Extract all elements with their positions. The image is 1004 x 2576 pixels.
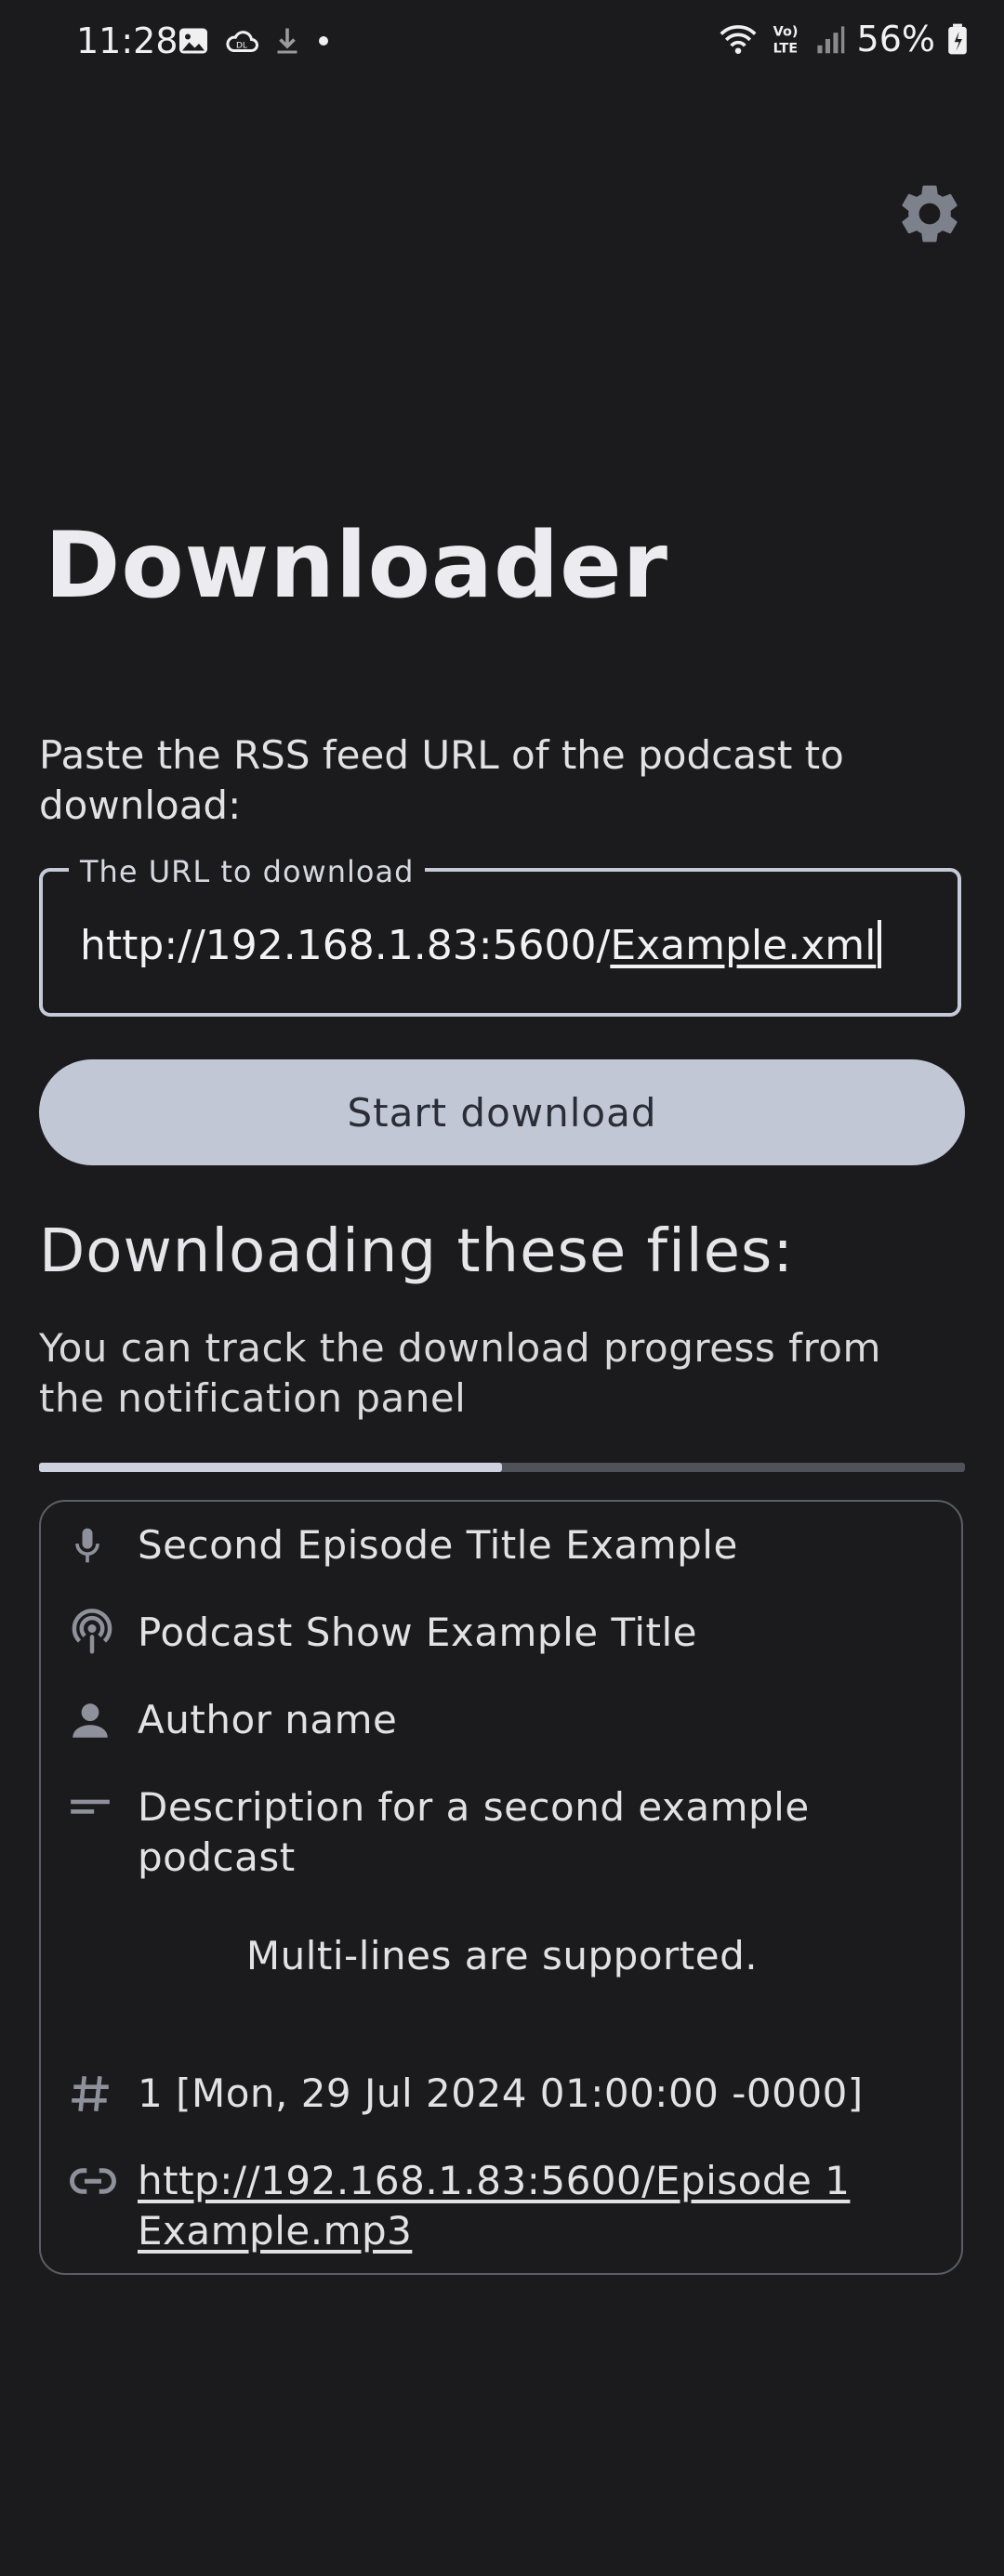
link-icon bbox=[67, 2156, 126, 2206]
url-prompt: Paste the RSS feed URL of the podcast to… bbox=[39, 732, 844, 828]
signal-icon bbox=[816, 26, 844, 54]
url-value-prefix: http://192.168.1.83:5600/ bbox=[80, 922, 611, 969]
downloads-heading: Downloading these files: bbox=[39, 1217, 794, 1286]
author-name: Author name bbox=[138, 1697, 398, 1742]
image-icon bbox=[179, 28, 207, 54]
author-row: Author name bbox=[67, 1695, 937, 1745]
episode-url-link[interactable]: http://192.168.1.83:5600/Episode 1 Examp… bbox=[138, 2156, 937, 2256]
episode-description-extra: Multi-lines are supported. bbox=[245, 1933, 759, 1978]
download-icon bbox=[277, 28, 297, 54]
person-icon bbox=[67, 1695, 126, 1745]
dot-icon bbox=[319, 36, 328, 46]
podcast-show-row: Podcast Show Example Title bbox=[67, 1608, 937, 1658]
volte-icon: Vo) LTE bbox=[773, 24, 798, 56]
wifi-icon bbox=[720, 25, 757, 55]
episode-title: Second Episode Title Example bbox=[138, 1522, 738, 1568]
svg-text:LTE: LTE bbox=[773, 41, 797, 56]
podcast-icon bbox=[67, 1608, 126, 1658]
page-title: Downloader bbox=[45, 513, 668, 619]
status-time: 11:28 bbox=[76, 20, 178, 61]
settings-button[interactable] bbox=[892, 177, 967, 251]
battery-icon bbox=[948, 23, 967, 55]
status-left-icons: DL bbox=[177, 24, 333, 58]
download-progress-fill bbox=[39, 1463, 502, 1472]
podcast-show-title: Podcast Show Example Title bbox=[138, 1610, 697, 1655]
status-bar: 11:28 DL Vo) LTE 56% bbox=[0, 0, 1004, 89]
url-input-label: The URL to download bbox=[69, 853, 426, 890]
battery-percent: 56% bbox=[856, 19, 935, 59]
episode-title-row: Second Episode Title Example bbox=[67, 1520, 937, 1571]
start-download-button[interactable]: Start download bbox=[39, 1059, 965, 1165]
url-input-value[interactable]: http://192.168.1.83:5600/Example.xml bbox=[80, 920, 882, 969]
episode-number-date: 1 [Mon, 29 Jul 2024 01:00:00 -0000] bbox=[138, 2070, 864, 2116]
hash-icon bbox=[67, 2069, 126, 2119]
microphone-icon bbox=[67, 1520, 126, 1571]
svg-text:DL: DL bbox=[236, 42, 247, 51]
text-cursor bbox=[878, 920, 882, 968]
episode-description: Description for a second example podcast bbox=[138, 1784, 810, 1880]
cloud-icon: DL bbox=[226, 31, 258, 52]
status-right: Vo) LTE 56% bbox=[718, 19, 969, 59]
episode-url-row: http://192.168.1.83:5600/Episode 1 Examp… bbox=[67, 2156, 937, 2256]
description-row: Description for a second example podcast bbox=[67, 1782, 937, 1883]
episode-number-row: 1 [Mon, 29 Jul 2024 01:00:00 -0000] bbox=[67, 2069, 937, 2119]
gear-icon bbox=[902, 185, 958, 243]
url-value-suffix: Example.xml bbox=[610, 922, 877, 969]
downloads-hint: You can track the download progress from… bbox=[39, 1325, 881, 1421]
download-progress-bar bbox=[39, 1463, 965, 1472]
short-text-icon bbox=[67, 1782, 126, 1833]
svg-text:Vo): Vo) bbox=[773, 24, 798, 39]
